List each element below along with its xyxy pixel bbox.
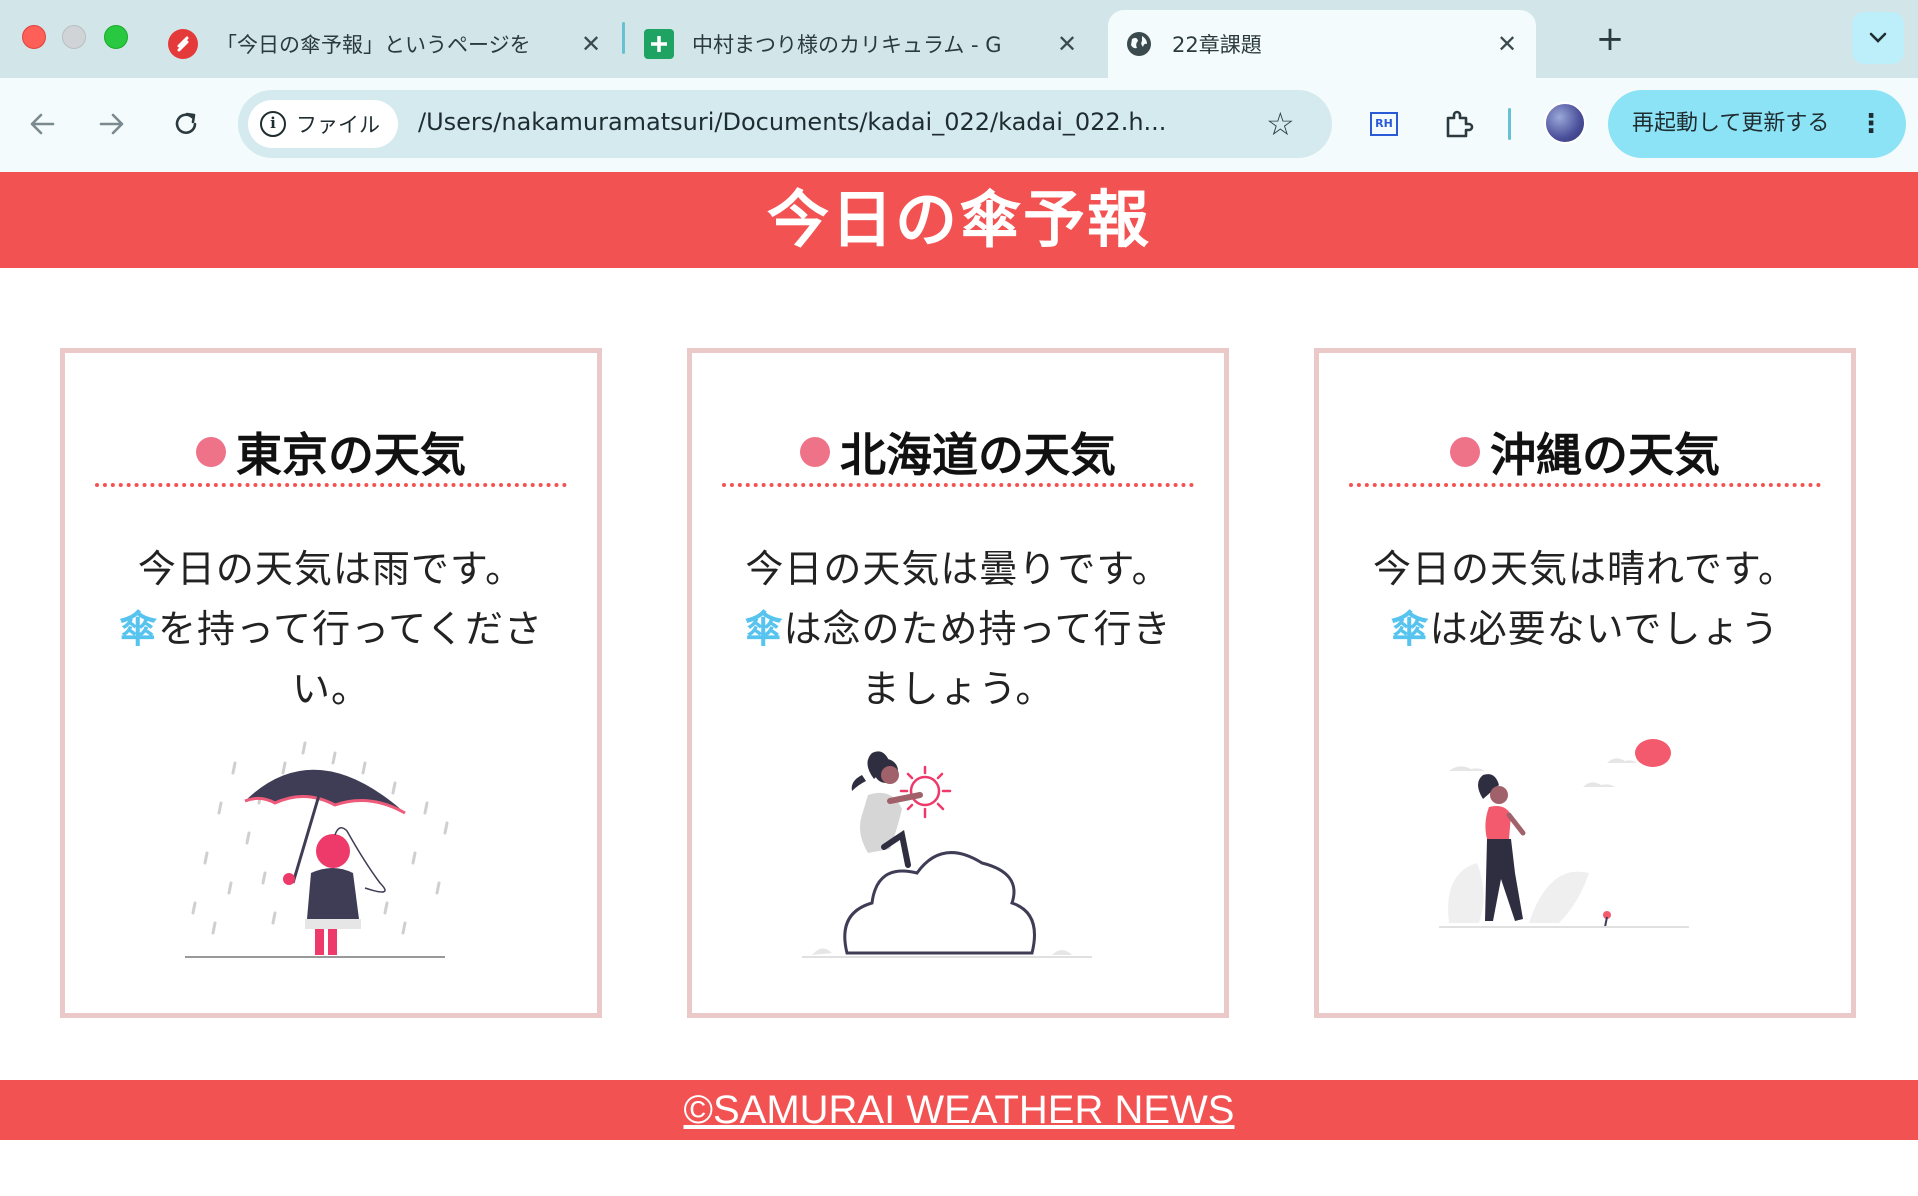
forecast-text: 今日の天気は曇りです。 傘は念のため持って行きましょう。 bbox=[732, 539, 1184, 719]
forecast-text: 今日の天気は雨です。 傘を持って行ってください。 bbox=[105, 539, 557, 719]
site-header: 今日の傘予報 bbox=[0, 172, 1918, 268]
profile-avatar[interactable] bbox=[1544, 102, 1586, 144]
umbrella-word: 傘 bbox=[118, 607, 158, 651]
site-info-chip[interactable]: i ファイル bbox=[248, 100, 398, 148]
reload-button[interactable] bbox=[162, 100, 210, 148]
forecast-line1: 今日の天気は晴れです。 bbox=[1372, 547, 1798, 591]
update-button-label: 再起動して更新する bbox=[1632, 111, 1830, 136]
toolbar-divider bbox=[1508, 108, 1511, 140]
umbrella-word: 傘 bbox=[744, 607, 784, 651]
window-close-button[interactable] bbox=[22, 25, 46, 49]
tab-umbrella-page[interactable]: 「今日の傘予報」というページを ✕ bbox=[168, 10, 604, 78]
weather-card-okinawa: 沖縄の天気 今日の天気は晴れです。 傘は必要ないでしょう bbox=[1314, 348, 1856, 1018]
bullet-dot-icon bbox=[800, 437, 830, 467]
forward-button[interactable] bbox=[88, 100, 136, 148]
forecast-line2: は念のため持って行きましょう。 bbox=[783, 607, 1172, 711]
tab-title: 「今日の傘予報」というページを bbox=[216, 33, 531, 57]
info-icon: i bbox=[260, 111, 286, 137]
card-title: 北海道の天気 bbox=[722, 421, 1194, 487]
tab-close-icon[interactable]: ✕ bbox=[1054, 31, 1080, 57]
tab-curriculum[interactable]: 中村まつり様のカリキュラム - G ✕ bbox=[644, 10, 1080, 78]
url-text[interactable]: /Users/nakamuramatsuri/Documents/kadai_0… bbox=[418, 108, 1248, 136]
weather-card-hokkaido: 北海道の天気 今日の天気は曇りです。 傘は念のため持って行きましょう。 bbox=[687, 348, 1229, 1018]
forecast-line1: 今日の天気は雨です。 bbox=[137, 547, 525, 591]
tab-bar: 「今日の傘予報」というページを ✕ 中村まつり様のカリキュラム - G ✕ 22… bbox=[0, 0, 1918, 78]
card-title-text: 北海道の天気 bbox=[840, 428, 1116, 482]
weather-card-tokyo: 東京の天気 今日の天気は雨です。 傘を持って行ってください。 bbox=[60, 348, 602, 1018]
forecast-line1: 今日の天気は曇りです。 bbox=[745, 547, 1171, 591]
site-chip-label: ファイル bbox=[296, 113, 380, 137]
umbrella-word: 傘 bbox=[1390, 607, 1430, 651]
card-title: 沖縄の天気 bbox=[1349, 421, 1821, 487]
tab-kadai-22[interactable]: 22章課題 ✕ bbox=[1108, 10, 1536, 78]
address-bar[interactable]: i ファイル /Users/nakamuramatsuri/Documents/… bbox=[238, 90, 1332, 158]
card-title-text: 沖縄の天気 bbox=[1490, 428, 1720, 482]
sunny-walk-illustration bbox=[1419, 723, 1759, 983]
card-title: 東京の天気 bbox=[95, 421, 567, 487]
tab-title: 22章課題 bbox=[1172, 33, 1262, 57]
bookmark-star-icon[interactable]: ☆ bbox=[1266, 104, 1295, 144]
rh-extension-icon[interactable]: RH bbox=[1370, 112, 1398, 136]
globe-icon bbox=[1124, 29, 1154, 59]
page-title: 今日の傘予報 bbox=[766, 183, 1151, 256]
tab-search-button[interactable] bbox=[1852, 12, 1904, 64]
more-menu-icon[interactable]: ⋮ bbox=[1858, 90, 1884, 158]
back-button[interactable] bbox=[18, 100, 66, 148]
red-s-logo-icon bbox=[168, 29, 198, 59]
tab-close-icon[interactable]: ✕ bbox=[578, 31, 604, 57]
bullet-dot-icon bbox=[1450, 437, 1480, 467]
forecast-text: 今日の天気は晴れです。 傘は必要ないでしょう bbox=[1359, 539, 1811, 659]
bullet-dot-icon bbox=[196, 437, 226, 467]
tab-title: 中村まつり様のカリキュラム - G bbox=[692, 33, 1002, 57]
forecast-line2: は必要ないでしょう bbox=[1429, 607, 1780, 651]
page-content: 今日の傘予報 東京の天気 今日の天気は雨です。 傘を持って行ってください。 北海… bbox=[0, 172, 1918, 1196]
card-title-text: 東京の天気 bbox=[236, 428, 466, 482]
new-tab-button[interactable]: + bbox=[1590, 20, 1630, 60]
tab-close-icon[interactable]: ✕ bbox=[1494, 31, 1520, 57]
extensions-puzzle-icon[interactable] bbox=[1440, 106, 1476, 142]
forecast-line2: を持って行ってください。 bbox=[157, 607, 544, 711]
tab-divider bbox=[622, 22, 625, 54]
footer-link[interactable]: ©SAMURAI WEATHER NEWS bbox=[684, 1088, 1235, 1132]
window-minimize-button[interactable] bbox=[62, 25, 86, 49]
toolbar: i ファイル /Users/nakamuramatsuri/Documents/… bbox=[0, 78, 1918, 172]
google-sheets-icon bbox=[644, 29, 674, 59]
cloud-sitting-illustration bbox=[792, 723, 1132, 983]
rain-umbrella-illustration bbox=[165, 723, 505, 983]
site-footer: ©SAMURAI WEATHER NEWS bbox=[0, 1080, 1918, 1140]
window-zoom-button[interactable] bbox=[104, 25, 128, 49]
relaunch-update-button[interactable]: 再起動して更新する ⋮ bbox=[1608, 90, 1906, 158]
